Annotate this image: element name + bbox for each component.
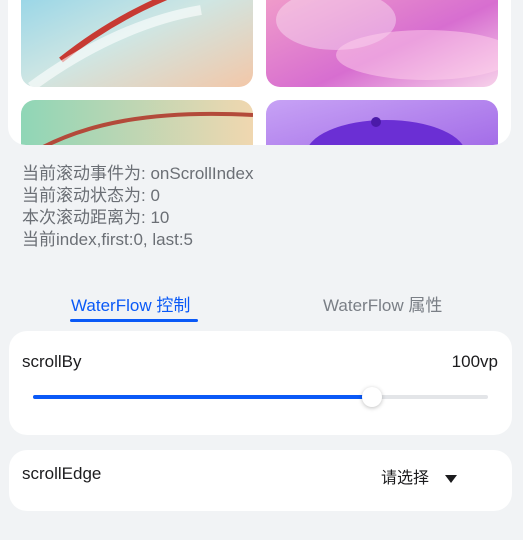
flow-item-image[interactable] [266, 100, 498, 145]
scroll-edge-select-value: 请选择 [381, 470, 430, 487]
flow-item-image[interactable] [266, 0, 498, 87]
scroll-by-value: 100vp [451, 352, 498, 371]
tab-bar: WaterFlow 控制 WaterFlow 属性 [0, 283, 523, 327]
scroll-index-text: 当前index,first:0, last:5 [22, 230, 194, 249]
scroll-info: 当前滚动事件为: onScrollIndex 当前滚动状态为: 0 本次滚动距离… [22, 163, 253, 251]
tab-waterflow-control[interactable]: WaterFlow 控制 [71, 291, 190, 316]
scroll-event-text: 当前滚动事件为: onScrollIndex [22, 164, 254, 183]
chevron-down-icon [445, 474, 458, 483]
slider-fill [33, 395, 372, 399]
tab-waterflow-attributes[interactable]: WaterFlow 属性 [323, 291, 442, 316]
scroll-by-slider[interactable] [33, 387, 488, 407]
flow-item-image[interactable] [21, 0, 253, 87]
scroll-edge-card: scrollEdge 请选择 [9, 450, 512, 511]
active-tab-indicator [70, 319, 198, 322]
scroll-distance-text: 本次滚动距离为: 10 [22, 208, 170, 227]
scroll-by-label: scrollBy [22, 352, 82, 371]
slider-thumb[interactable] [361, 387, 382, 407]
scroll-edge-label: scrollEdge [22, 464, 102, 483]
waterflow-grid[interactable] [8, 0, 511, 145]
scroll-edge-select[interactable]: 请选择 [381, 464, 458, 488]
scroll-state-text: 当前滚动状态为: 0 [22, 186, 160, 205]
flow-item-image[interactable] [21, 100, 253, 145]
scroll-by-card: scrollBy 100vp [9, 331, 512, 435]
